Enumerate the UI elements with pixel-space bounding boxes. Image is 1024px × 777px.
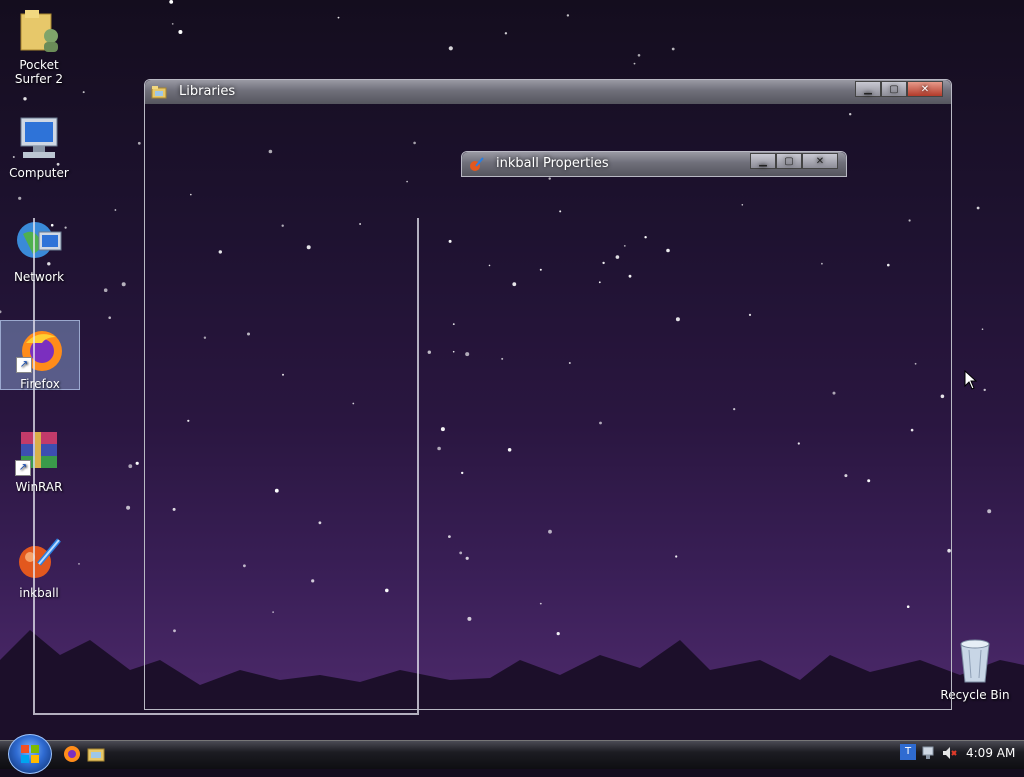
close-icon: ✕ (920, 83, 930, 95)
star (178, 30, 183, 34)
star (981, 328, 984, 331)
network-icon (15, 218, 63, 266)
star (18, 196, 22, 200)
shortcut-arrow-icon: ↗ (15, 460, 31, 476)
desktop-icon-label: Computer (9, 166, 69, 180)
firefox-icon (64, 746, 80, 762)
desktop-icon-winrar[interactable]: ↗ WinRAR (0, 428, 78, 494)
folder-user-icon (15, 6, 63, 54)
maximize-icon: ▢ (784, 155, 794, 167)
star (337, 16, 340, 19)
taskbar-firefox-button[interactable] (62, 744, 82, 764)
close-button[interactable]: ✕ (802, 153, 838, 169)
ime-icon[interactable]: T (900, 744, 916, 760)
star (448, 46, 453, 51)
desktop-icon-label: Network (13, 270, 65, 284)
minimize-icon: ▁ (759, 155, 767, 167)
star (983, 388, 986, 392)
firefox-icon: ↗ (16, 325, 64, 373)
star (121, 282, 126, 287)
taskbar (0, 740, 1024, 769)
libraries-titlebar[interactable]: Libraries ▁ ▢ ✕ (145, 80, 951, 104)
window-title: Libraries (179, 84, 236, 99)
star (108, 316, 111, 320)
windows-logo-icon (21, 745, 39, 763)
star (0, 310, 2, 314)
maximize-button[interactable]: ▢ (776, 153, 802, 169)
star (82, 91, 85, 94)
libraries-folder-icon (151, 84, 167, 100)
taskbar-explorer-button[interactable] (86, 744, 106, 764)
inkball-properties-window[interactable]: inkball Properties ▁ ▢ ✕ (461, 151, 847, 177)
maximize-button[interactable]: ▢ (881, 81, 907, 97)
desktop-icon-label: WinRAR (15, 480, 63, 494)
desktop-icon-label: Firefox (20, 377, 60, 391)
close-icon: ✕ (815, 155, 825, 167)
star (171, 23, 174, 25)
star (114, 209, 117, 211)
maximize-icon: ▢ (889, 83, 899, 95)
winrar-icon: ↗ (15, 428, 63, 476)
explorer-icon (87, 748, 105, 762)
star (976, 206, 980, 210)
star (23, 97, 27, 101)
star (987, 509, 992, 514)
taskbar-clock[interactable]: 4:09 AM (966, 746, 1015, 760)
star (103, 288, 108, 293)
star (126, 505, 131, 510)
star (566, 14, 570, 17)
star (504, 32, 508, 35)
star (671, 47, 675, 51)
star (169, 0, 174, 4)
minimize-button[interactable]: ▁ (750, 153, 776, 169)
inkball-icon (15, 534, 63, 582)
network-tray-icon[interactable] (921, 745, 937, 761)
desktop-icon-label: inkball (19, 586, 59, 600)
star (135, 461, 139, 465)
desktop-icon-pocket-surfer[interactable]: Pocket Surfer 2 (0, 6, 78, 86)
desktop-icon-inkball[interactable]: inkball (0, 534, 78, 600)
star (78, 563, 80, 565)
recycle-bin-icon (951, 636, 999, 684)
star (633, 62, 636, 65)
close-button[interactable]: ✕ (907, 81, 943, 97)
mouse-cursor-icon (964, 370, 978, 390)
star (128, 464, 133, 469)
desktop-icon-firefox[interactable]: ↗ Firefox (0, 320, 80, 391)
desktop-icon-label: Pocket Surfer 2 (14, 58, 64, 86)
star (637, 54, 641, 57)
shortcut-arrow-icon: ↗ (16, 357, 32, 373)
inkball-icon (468, 156, 484, 172)
minimize-icon: ▁ (864, 83, 872, 95)
start-button[interactable] (8, 734, 52, 774)
computer-icon (15, 114, 63, 162)
inkball-properties-titlebar[interactable]: inkball Properties ▁ ▢ ✕ (462, 152, 846, 176)
desktop-icon-computer[interactable]: Computer (0, 114, 78, 180)
star (137, 141, 141, 145)
volume-muted-icon[interactable] (941, 745, 957, 761)
window-title: inkball Properties (496, 156, 609, 171)
minimize-button[interactable]: ▁ (855, 81, 881, 97)
desktop-icon-network[interactable]: Network (0, 218, 78, 284)
